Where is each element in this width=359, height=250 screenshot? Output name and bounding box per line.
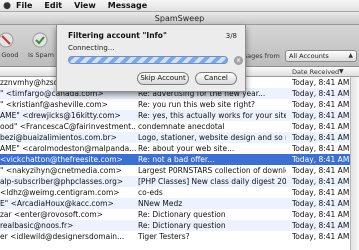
table-row[interactable]: zar <enter@rovosoft.com> Re: Dictionary q…: [0, 209, 350, 220]
is-good-button[interactable]: Is Good: [0, 32, 19, 62]
cell-date: Today, 8:41 AM: [292, 100, 350, 109]
table-row[interactable]: " <nakyzihyn@cnetmedia.com> Largest P0RNS…: [0, 165, 350, 176]
cell-subject: co-eds: [138, 188, 163, 197]
cell-subject: Re: not a bad offer...: [138, 155, 215, 164]
cell-subject: [PHP Classes] New class daily digest 200…: [138, 177, 286, 186]
thumbs-down-icon: [32, 32, 48, 48]
cell-from: AME" <carolmodeston@malpanda...: [0, 144, 136, 153]
menu-edit[interactable]: Edit: [38, 1, 68, 10]
cell-date: Today, 8:41 AM: [292, 199, 350, 208]
table-row[interactable]: ood" <FrancescaC@fairinvestment... condem…: [0, 121, 350, 132]
cell-date: Today, 8:41 AM: [292, 111, 350, 120]
apple-icon[interactable]: ●: [2, 1, 12, 11]
cell-subject: Re: yes, this actually works for your si…: [138, 111, 286, 120]
cell-date: Today, 8:41 AM: [292, 188, 350, 197]
cell-date: Today, 8:41 AM: [292, 166, 350, 175]
table-row[interactable]: er <idlewild@designersdomain... Tiger Tes…: [0, 231, 350, 242]
skip-account-button[interactable]: Skip Account: [137, 72, 189, 85]
cell-subject: condemnate anecdotal: [138, 122, 225, 131]
sheet-status: Connecting...: [68, 44, 115, 52]
table-row[interactable]: bezi@buaizalimientos.com.br> Logo, statio…: [0, 132, 350, 143]
table-row[interactable]: " <kristianf@asheville.com> Re: you run t…: [0, 99, 350, 110]
cell-subject: Tiger Testers?: [138, 232, 190, 241]
table-row[interactable]: AME" <carolmodeston@malpanda... Re: about…: [0, 143, 350, 154]
cell-from: er <idlewild@designersdomain...: [0, 232, 125, 241]
cell-date: Today, 8:41 AM: [292, 155, 350, 164]
window-title: SpamSweep: [0, 12, 359, 25]
table-row[interactable]: <vickchatton@thefreesite.com> Re: not a b…: [0, 154, 350, 165]
chevron-down-icon: ▲︎: [348, 52, 353, 59]
cell-from: alp-subscriber@phpclasses.org>: [0, 177, 124, 186]
cell-date: Today, 8:41 AM: [292, 78, 350, 87]
cell-subject: Re: about your web site...: [138, 144, 235, 153]
cell-date: Today, 8:41 AM: [292, 89, 350, 98]
sheet-title: Filtering account "Info": [68, 31, 167, 40]
cell-date: Today, 8:41 AM: [292, 210, 350, 219]
table-row[interactable]: AME" <drewjicks@16kitty.com> Re: yes, thi…: [0, 110, 350, 121]
cell-subject: Largest P0RNSTARS collection of download…: [138, 166, 286, 175]
cell-date: Today, 8:41 AM: [292, 122, 350, 131]
cell-subject: Re: Dictionary question: [138, 221, 226, 230]
cell-from: E" <ArcadiaHoux@kacc.com>: [0, 199, 114, 208]
sheet-count: 3/8: [225, 32, 237, 40]
cell-from: <vickchatton@thefreesite.com>: [0, 155, 123, 164]
account-select-value: All Accounts: [289, 52, 329, 60]
cell-subject: NNew Medz: [138, 199, 183, 208]
table-row[interactable]: realbasic@noos.fr> Re: Dictionary questio…: [0, 220, 350, 231]
progress-bar: [68, 56, 228, 64]
cell-date: Today, 8:41 AM: [292, 177, 350, 186]
is-spam-button[interactable]: Is Spam: [28, 32, 54, 62]
cell-from: ood" <FrancescaC@fairinvestment...: [0, 122, 136, 131]
column-date-received[interactable]: Date Received: [292, 67, 339, 77]
cell-date: Today, 8:41 AM: [292, 144, 350, 153]
menu-file[interactable]: File: [12, 1, 38, 10]
cell-from: AME" <drewjicks@16kitty.com>: [0, 111, 121, 120]
cell-date: Today, 8:41 AM: [292, 232, 350, 241]
cell-subject: Re: you run this web site right?: [138, 100, 256, 109]
account-select[interactable]: All Accounts ▲︎: [285, 50, 357, 62]
is-good-label: Is Good: [0, 51, 19, 59]
cell-from: zar <enter@rovosoft.com>: [0, 210, 103, 219]
cell-from: realbasic@noos.fr>: [0, 221, 74, 230]
table-row[interactable]: <ldhz@weimg.centigram.com> co-eds Today, 8…: [0, 187, 350, 198]
menu-bar: ● File Edit View Message: [0, 0, 359, 12]
cell-from: <ldhz@weimg.centigram.com>: [0, 188, 120, 197]
thumbs-up-icon: [0, 32, 14, 48]
cell-from: " <nakyzihyn@cnetmedia.com>: [0, 166, 122, 175]
cell-subject: Logo, stationer, website design and so m…: [138, 133, 286, 142]
is-spam-label: Is Spam: [28, 51, 54, 59]
cell-subject: Re: Dictionary question: [138, 210, 226, 219]
table-row[interactable]: alp-subscriber@phpclasses.org> [PHP Class…: [0, 176, 350, 187]
cell-date: Today, 8:41 AM: [292, 133, 350, 142]
table-row[interactable]: E" <ArcadiaHoux@kacc.com> NNew Medz Today,…: [0, 198, 350, 209]
cell-from: " <kristianf@asheville.com>: [0, 100, 108, 109]
message-table[interactable]: zznvmhy@hzsd.com Today, 8:41 AM " <timfarg…: [0, 77, 350, 250]
menu-message[interactable]: Message: [102, 1, 153, 10]
stop-icon[interactable]: ×: [234, 56, 243, 65]
sort-descending-icon: ▼: [339, 68, 344, 75]
cell-date: Today, 8:41 AM: [292, 221, 350, 230]
filtering-progress-sheet: Filtering account "Info" 3/8 Connecting.…: [56, 25, 246, 92]
cancel-button[interactable]: Cancel: [195, 72, 237, 85]
menu-view[interactable]: View: [68, 1, 102, 10]
vertical-scrollbar[interactable]: [350, 77, 359, 250]
cell-from: bezi@buaizalimientos.com.br>: [0, 133, 117, 142]
